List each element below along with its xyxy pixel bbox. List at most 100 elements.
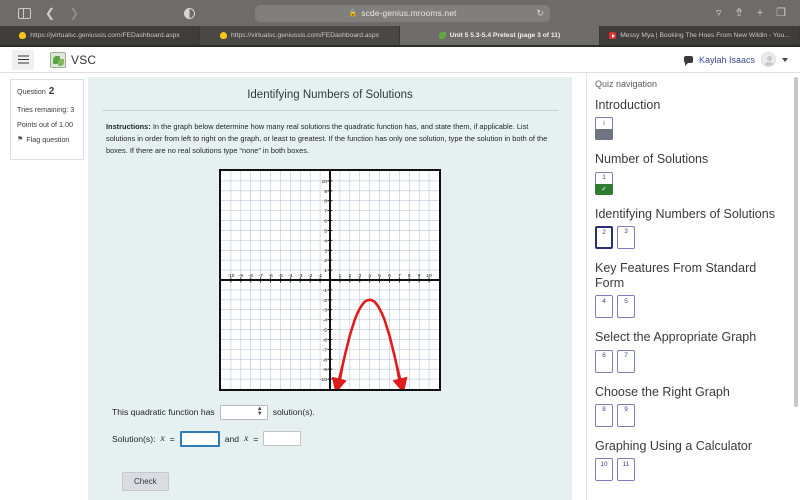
svg-text:-10: -10 — [320, 377, 327, 383]
quiz-nav-scrollbar[interactable] — [794, 77, 798, 407]
answer-form: This quadratic function has ▲▼ solution(… — [102, 391, 558, 491]
quiz-nav-section: Choose the Right Graph89 — [595, 385, 786, 427]
svg-text:4: 4 — [324, 238, 327, 244]
question-label: Question — [17, 87, 46, 96]
quiz-nav-button-group: 1011 — [595, 458, 786, 481]
flag-question-link[interactable]: ⚑ Flag question — [17, 135, 77, 145]
hamburger-menu-icon[interactable] — [12, 50, 34, 70]
browser-tab-label: https://jvirtualsc.geniussis.com/FEDashb… — [30, 32, 179, 39]
quiz-nav-question-button[interactable]: 11 — [617, 458, 635, 481]
svg-text:3: 3 — [324, 248, 327, 254]
browser-tab[interactable]: https://virtualsc.geniussis.com/FEDashbo… — [200, 26, 400, 45]
share-icon[interactable]: ⇮ — [734, 8, 743, 19]
download-icon[interactable]: ▿ — [716, 8, 722, 19]
check-button[interactable]: Check — [122, 472, 169, 491]
browser-toolbar: ❮ ❯ 🔒 scde-genius.mrooms.net ↻ ▿ ⇮ + ❐ — [0, 0, 800, 26]
quiz-nav-section: Graphing Using a Calculator1011 — [595, 439, 786, 481]
browser-tab[interactable]: Messy Mya | Booking The Hoes From New Wi… — [600, 26, 800, 45]
quiz-nav-button-group: 45 — [595, 295, 786, 318]
quiz-nav-button-group: 89 — [595, 404, 786, 427]
brand[interactable]: VSC — [50, 52, 96, 68]
quiz-nav-button-group: 1 — [595, 172, 786, 195]
lock-icon: 🔒 — [349, 9, 358, 17]
quiz-nav-button-group: i — [595, 117, 786, 140]
quiz-nav-button-group: 67 — [595, 350, 786, 373]
svg-text:-5: -5 — [323, 327, 328, 333]
quiz-nav-question-button[interactable]: 8 — [595, 404, 613, 427]
svg-text:6: 6 — [324, 218, 327, 224]
variable-x-2: x — [244, 434, 248, 444]
solutions-line: Solution(s): x = and x = — [112, 431, 558, 447]
graph-container: -10-9-8-7-6-5-4-3-2-11234567891010987654… — [102, 169, 558, 391]
page-title: Identifying Numbers of Solutions — [102, 87, 558, 110]
quiz-nav-section: Key Features From Standard Form 45 — [595, 261, 786, 319]
browser-tab-label: Unit 5 5.3-5.4 Pretest (page 3 of 11) — [450, 32, 560, 39]
svg-text:2: 2 — [324, 258, 327, 264]
answer-input-1[interactable] — [180, 431, 220, 447]
question-info-column: Question2 Tries remaining: 3 Points out … — [0, 73, 88, 500]
app-header: VSC Kaylah Isaacs — [0, 47, 800, 73]
answer-input-2[interactable] — [263, 431, 301, 446]
quiz-nav-section: Number of Solutions1 — [595, 152, 786, 194]
brand-name: VSC — [71, 53, 96, 67]
forward-arrow-icon[interactable]: ❯ — [69, 7, 79, 19]
vsc-logo-icon — [50, 52, 66, 68]
prompt-before-select: This quadratic function has — [112, 407, 215, 417]
youtube-icon — [609, 32, 616, 39]
quiz-nav-question-button[interactable]: 3 — [617, 226, 635, 249]
reader-view-icon[interactable] — [184, 8, 195, 19]
question-number: 2 — [49, 86, 55, 97]
new-tab-icon[interactable]: + — [757, 8, 763, 19]
instructions-label: Instructions: — [106, 122, 151, 131]
svg-text:9: 9 — [324, 189, 327, 195]
quiz-nav-section: Select the Appropriate Graph 67 — [595, 330, 786, 372]
svg-text:8: 8 — [324, 199, 327, 205]
sidebar-toggle-icon[interactable] — [18, 8, 31, 19]
quiz-nav-question-button[interactable]: 10 — [595, 458, 613, 481]
user-name[interactable]: Kaylah Isaacs — [699, 55, 755, 65]
svg-text:-7: -7 — [323, 347, 328, 353]
browser-tab-label: https://virtualsc.geniussis.com/FEDashbo… — [231, 32, 379, 39]
address-bar[interactable]: 🔒 scde-genius.mrooms.net ↻ — [255, 5, 550, 22]
browser-tab[interactable]: https://jvirtualsc.geniussis.com/FEDashb… — [0, 26, 200, 45]
quiz-nav-section: Identifying Numbers of Solutions23 — [595, 207, 786, 249]
tries-remaining: Tries remaining: 3 — [17, 105, 77, 115]
svg-text:-3: -3 — [323, 308, 328, 314]
quiz-nav-section-title: Select the Appropriate Graph — [595, 330, 786, 345]
chat-bubble-icon[interactable] — [684, 56, 693, 63]
solutions-label: Solution(s): — [112, 434, 155, 444]
reload-icon[interactable]: ↻ — [536, 8, 544, 19]
quiz-nav-question-button[interactable]: 1 — [595, 172, 613, 195]
select-arrows-icon: ▲▼ — [257, 407, 263, 417]
solution-count-select[interactable]: ▲▼ — [220, 405, 268, 420]
quiz-nav-question-button[interactable]: 6 — [595, 350, 613, 373]
coordinate-graph: -10-9-8-7-6-5-4-3-2-11234567891010987654… — [219, 169, 441, 391]
solution-count-line: This quadratic function has ▲▼ solution(… — [112, 405, 558, 420]
quiz-navigation-title: Quiz navigation — [595, 79, 786, 89]
quiz-nav-question-button[interactable]: 9 — [617, 404, 635, 427]
quiz-nav-section-title: Key Features From Standard Form — [595, 261, 786, 292]
quiz-nav-question-button[interactable]: 4 — [595, 295, 613, 318]
quiz-nav-question-button[interactable]: i — [595, 117, 613, 140]
quiz-nav-section-title: Introduction — [595, 98, 786, 113]
svg-text:10: 10 — [322, 179, 328, 185]
quiz-nav-question-button[interactable]: 2 — [595, 226, 613, 249]
quiz-nav-question-button[interactable]: 5 — [617, 295, 635, 318]
svg-text:-4: -4 — [323, 318, 328, 324]
user-avatar-icon[interactable] — [761, 52, 776, 67]
browser-actions: ▿ ⇮ + ❐ — [716, 8, 792, 19]
prompt-after-select: solution(s). — [273, 407, 315, 417]
question-number-row: Question2 — [17, 85, 77, 100]
back-arrow-icon[interactable]: ❮ — [45, 7, 55, 19]
bulb-icon — [220, 32, 227, 39]
browser-tab-label: Messy Mya | Booking The Hoes From New Wi… — [620, 32, 790, 39]
quiz-nav-question-button[interactable]: 7 — [617, 350, 635, 373]
tab-overview-icon[interactable]: ❐ — [776, 8, 786, 19]
equals-2: = — [253, 434, 258, 444]
browser-tab-active[interactable]: Unit 5 5.3-5.4 Pretest (page 3 of 11) — [400, 26, 600, 45]
graph-svg: -10-9-8-7-6-5-4-3-2-11234567891010987654… — [221, 171, 439, 389]
equals-1: = — [170, 434, 175, 444]
svg-text:-9: -9 — [323, 367, 328, 373]
quiz-nav-button-group: 23 — [595, 226, 786, 249]
chevron-down-icon[interactable] — [782, 58, 788, 62]
